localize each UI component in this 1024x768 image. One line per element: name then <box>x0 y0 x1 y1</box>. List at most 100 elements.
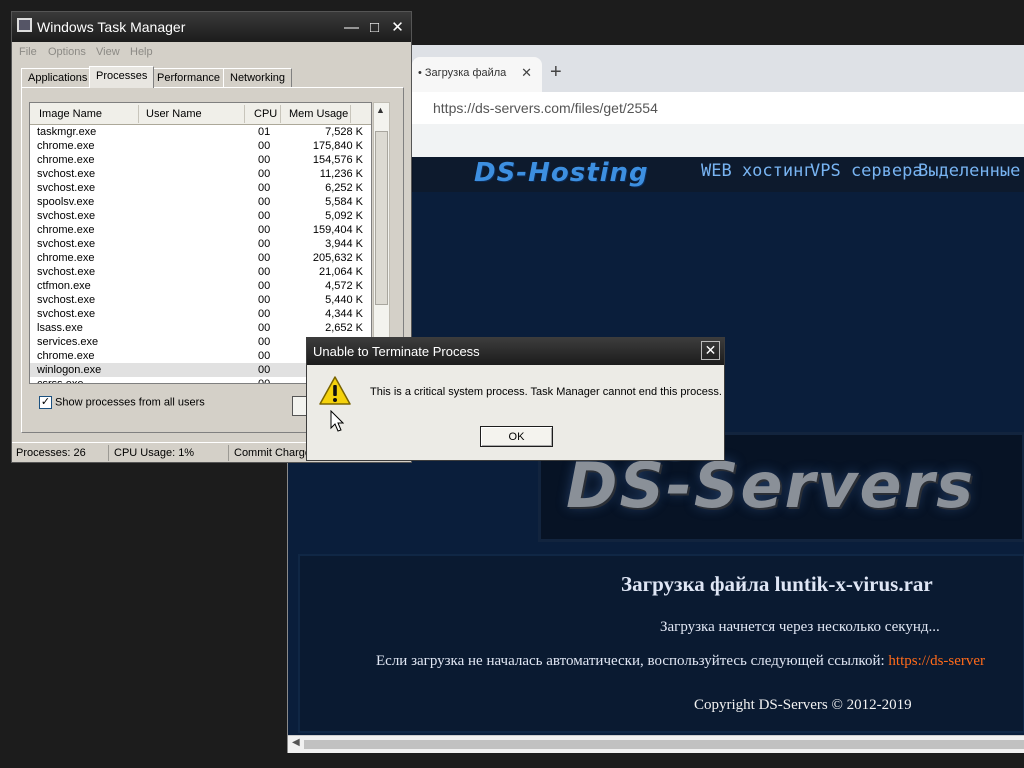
process-cpu: 00 <box>258 266 271 278</box>
site-logo[interactable]: DS-Hosting <box>474 158 649 188</box>
table-row[interactable]: chrome.exe 00 175,840 K <box>30 139 371 153</box>
scroll-up-icon[interactable]: ▲ <box>376 105 385 115</box>
column-cpu[interactable]: CPU <box>254 108 277 120</box>
menu-options[interactable]: Options <box>48 46 86 58</box>
process-mem-usage: 4,344 K <box>325 308 363 320</box>
task-manager-title: Windows Task Manager <box>37 19 186 35</box>
process-mem-usage: 21,064 K <box>318 266 363 278</box>
process-cpu: 00 <box>258 182 271 194</box>
nav-vps[interactable]: VPS сервера <box>810 161 923 181</box>
menu-file[interactable]: File <box>19 46 37 58</box>
status-cpu-usage: CPU Usage: 1% <box>114 447 195 459</box>
menu-view[interactable]: View <box>96 46 120 58</box>
manual-download-link[interactable]: https://ds-server <box>888 653 985 669</box>
process-cpu: 00 <box>258 224 271 236</box>
tab-applications[interactable]: Applications <box>21 68 95 88</box>
process-cpu: 00 <box>258 378 271 384</box>
browser-tab[interactable]: • Загрузка файла ✕ <box>412 57 542 92</box>
show-all-users-option[interactable]: ✓ Show processes from all users <box>39 396 205 409</box>
process-name: chrome.exe <box>37 224 95 236</box>
tab-processes[interactable]: Processes <box>89 66 155 88</box>
download-subtitle: Загрузка начнется через несколько секунд… <box>660 619 940 635</box>
process-mem-usage: 159,404 K <box>312 224 363 236</box>
process-cpu: 00 <box>258 350 271 362</box>
tab-networking[interactable]: Networking <box>223 68 293 88</box>
nav-dedicated[interactable]: Выделенные с <box>918 161 1024 181</box>
table-row[interactable]: spoolsv.exe 00 5,584 K <box>30 195 371 209</box>
task-manager-titlebar[interactable]: Windows Task Manager — □ ✕ <box>12 12 411 42</box>
table-row[interactable]: chrome.exe 00 154,576 K <box>30 153 371 167</box>
process-mem-usage: 205,632 K <box>312 252 363 264</box>
horizontal-scroll-thumb[interactable] <box>304 740 1024 749</box>
table-row[interactable]: chrome.exe 00 205,632 K <box>30 251 371 265</box>
table-row[interactable]: taskmgr.exe 01 7,528 K <box>30 125 371 139</box>
table-row[interactable]: svchost.exe 00 5,440 K <box>30 293 371 307</box>
horizontal-scrollbar[interactable]: ◀ <box>288 735 1024 753</box>
manual-download-text: Если загрузка не началась автоматически,… <box>376 653 985 670</box>
menu-help[interactable]: Help <box>130 46 153 58</box>
new-tab-icon[interactable]: + <box>550 61 562 84</box>
status-processes: Processes: 26 <box>16 447 86 459</box>
process-mem-usage: 4,572 K <box>325 280 363 292</box>
process-cpu: 00 <box>258 280 271 292</box>
show-all-users-checkbox[interactable]: ✓ <box>39 396 52 409</box>
process-name: svchost.exe <box>37 238 96 250</box>
ok-button[interactable]: OK <box>480 426 553 447</box>
process-mem-usage: 154,576 K <box>312 154 363 166</box>
maximize-button[interactable]: □ <box>364 17 385 38</box>
column-divider[interactable] <box>244 105 245 123</box>
vertical-scroll-thumb[interactable] <box>375 131 388 305</box>
unable-to-terminate-dialog: Unable to Terminate Process ✕ This is a … <box>306 337 725 461</box>
close-button[interactable]: ✕ <box>387 17 408 38</box>
tab-performance[interactable]: Performance <box>150 68 227 88</box>
process-mem-usage: 5,092 K <box>325 210 363 222</box>
process-name: csrss.exe <box>37 378 84 384</box>
close-tab-icon[interactable]: ✕ <box>521 65 532 81</box>
dialog-message: This is a critical system process. Task … <box>370 386 722 398</box>
process-name: chrome.exe <box>37 252 95 264</box>
process-name: svchost.exe <box>37 168 96 180</box>
download-title: Загрузка файла luntik-x-virus.rar <box>621 572 933 596</box>
process-mem-usage: 2,652 K <box>325 322 363 334</box>
table-row[interactable]: ctfmon.exe 00 4,572 K <box>30 279 371 293</box>
dialog-title: Unable to Terminate Process <box>313 344 480 359</box>
process-name: spoolsv.exe <box>37 196 95 208</box>
nav-web-hosting[interactable]: WEB хостинг <box>701 161 814 181</box>
table-row[interactable]: chrome.exe 00 159,404 K <box>30 223 371 237</box>
url-text[interactable]: https://ds-servers.com/files/get/2554 <box>433 100 658 116</box>
scroll-left-icon[interactable]: ◀ <box>292 737 300 748</box>
column-image-name[interactable]: Image Name <box>39 108 102 120</box>
table-row[interactable]: svchost.exe 00 4,344 K <box>30 307 371 321</box>
minimize-button[interactable]: — <box>341 17 362 38</box>
dialog-titlebar[interactable]: Unable to Terminate Process ✕ <box>307 338 724 365</box>
column-user-name[interactable]: User Name <box>146 108 202 120</box>
process-name: chrome.exe <box>37 154 95 166</box>
table-row[interactable]: svchost.exe 00 5,092 K <box>30 209 371 223</box>
process-name: winlogon.exe <box>37 364 102 376</box>
table-row[interactable]: svchost.exe 00 21,064 K <box>30 265 371 279</box>
process-cpu: 00 <box>258 252 271 264</box>
process-cpu: 00 <box>258 210 271 222</box>
column-divider[interactable] <box>138 105 139 123</box>
column-divider[interactable] <box>350 105 351 123</box>
process-mem-usage: 175,840 K <box>312 140 363 152</box>
table-row[interactable]: svchost.exe 00 3,944 K <box>30 237 371 251</box>
process-mem-usage: 6,252 K <box>325 182 363 194</box>
process-cpu: 00 <box>258 322 271 334</box>
process-mem-usage: 11,236 K <box>319 168 363 180</box>
process-cpu: 00 <box>258 154 271 166</box>
list-header: Image Name User Name CPU Mem Usage <box>30 103 371 125</box>
column-mem-usage[interactable]: Mem Usage <box>289 108 348 120</box>
table-row[interactable]: svchost.exe 00 11,236 K <box>30 167 371 181</box>
process-name: chrome.exe <box>37 140 95 152</box>
dialog-close-button[interactable]: ✕ <box>701 341 720 360</box>
desktop: • Загрузка файла ✕ + https://ds-servers.… <box>0 0 1024 768</box>
tab-title: • Загрузка файла <box>418 67 507 79</box>
table-row[interactable]: svchost.exe 00 6,252 K <box>30 181 371 195</box>
table-row[interactable]: lsass.exe 00 2,652 K <box>30 321 371 335</box>
process-mem-usage: 5,440 K <box>325 294 363 306</box>
process-name: services.exe <box>37 336 99 348</box>
column-divider[interactable] <box>280 105 281 123</box>
copyright: Copyright DS-Servers © 2012-2019 <box>694 697 912 713</box>
task-manager-icon <box>17 18 32 32</box>
